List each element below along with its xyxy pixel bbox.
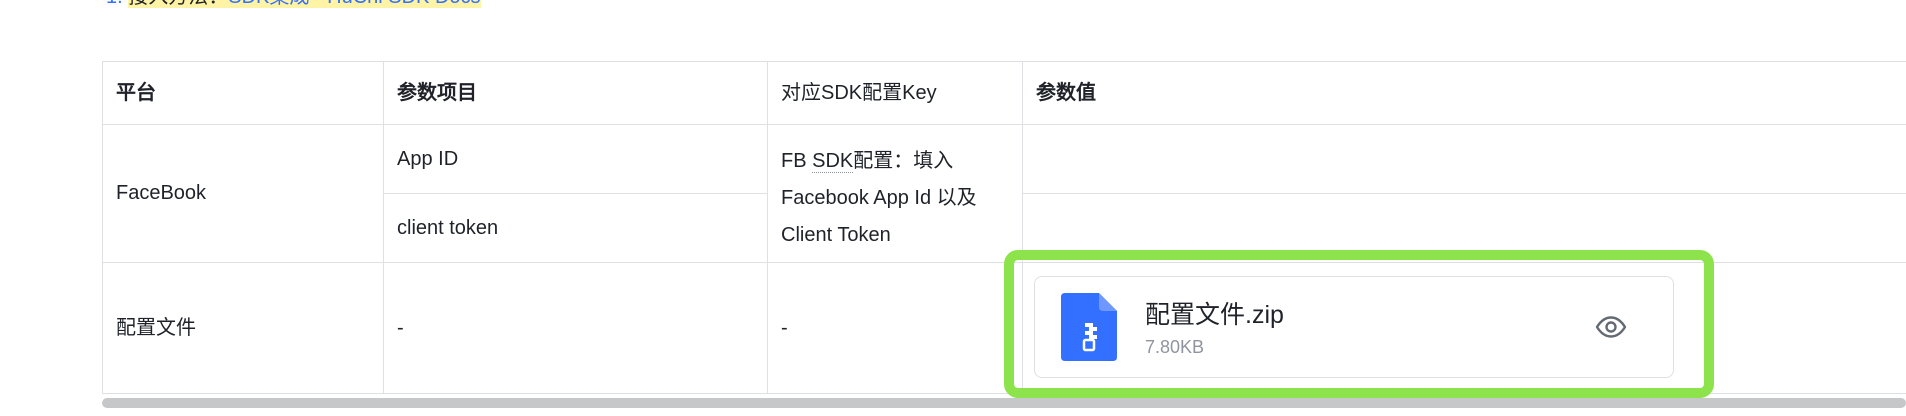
cell-param-client-token: client token	[383, 193, 768, 263]
cell-sdk-key-config: -	[767, 262, 1023, 394]
header-platform: 平台	[102, 61, 384, 125]
preview-button[interactable]	[1593, 311, 1629, 347]
key-sdk-term[interactable]: SDK	[812, 150, 854, 173]
cell-param-config: -	[383, 262, 768, 394]
attachment-file-size: 7.80KB	[1145, 337, 1205, 357]
table-header-row: 平台 参数项目 对应SDK配置Key 参数值	[102, 61, 1906, 125]
header-sdk-key: 对应SDK配置Key	[767, 61, 1023, 125]
cell-value-app-id[interactable]	[1022, 124, 1906, 194]
cell-sdk-key-facebook: FB SDK配置：填入Facebook App Id 以及 Client Tok…	[767, 124, 1023, 263]
cell-param-app-id: App ID	[383, 124, 768, 194]
horizontal-scrollbar[interactable]	[102, 398, 1906, 408]
header-param-value: 参数值	[1022, 61, 1906, 125]
key-prefix: FB	[781, 150, 813, 172]
docs-link[interactable]: SDK集成 - HuChi SDK Docs	[228, 0, 481, 8]
section-heading-line: 1. 接入方法：SDK集成 - HuChi SDK Docs	[106, 0, 481, 8]
heading-text: 接入方法：	[128, 0, 229, 8]
attachment-file-name[interactable]: 配置文件.zip	[1145, 295, 1284, 331]
attachment-card[interactable]: 配置文件.zip 7.80KB	[1034, 276, 1674, 378]
list-number: 1.	[106, 0, 123, 8]
eye-icon	[1595, 315, 1627, 343]
table-row: FaceBook App ID FB SDK配置：填入Facebook App …	[102, 124, 1906, 263]
cell-platform-facebook: FaceBook	[102, 124, 384, 263]
header-param-item: 参数项目	[383, 61, 768, 125]
zip-file-icon	[1061, 293, 1117, 366]
header-sdk-key-text: 对应SDK配置Key	[781, 81, 937, 104]
cell-platform-config: 配置文件	[102, 262, 384, 394]
